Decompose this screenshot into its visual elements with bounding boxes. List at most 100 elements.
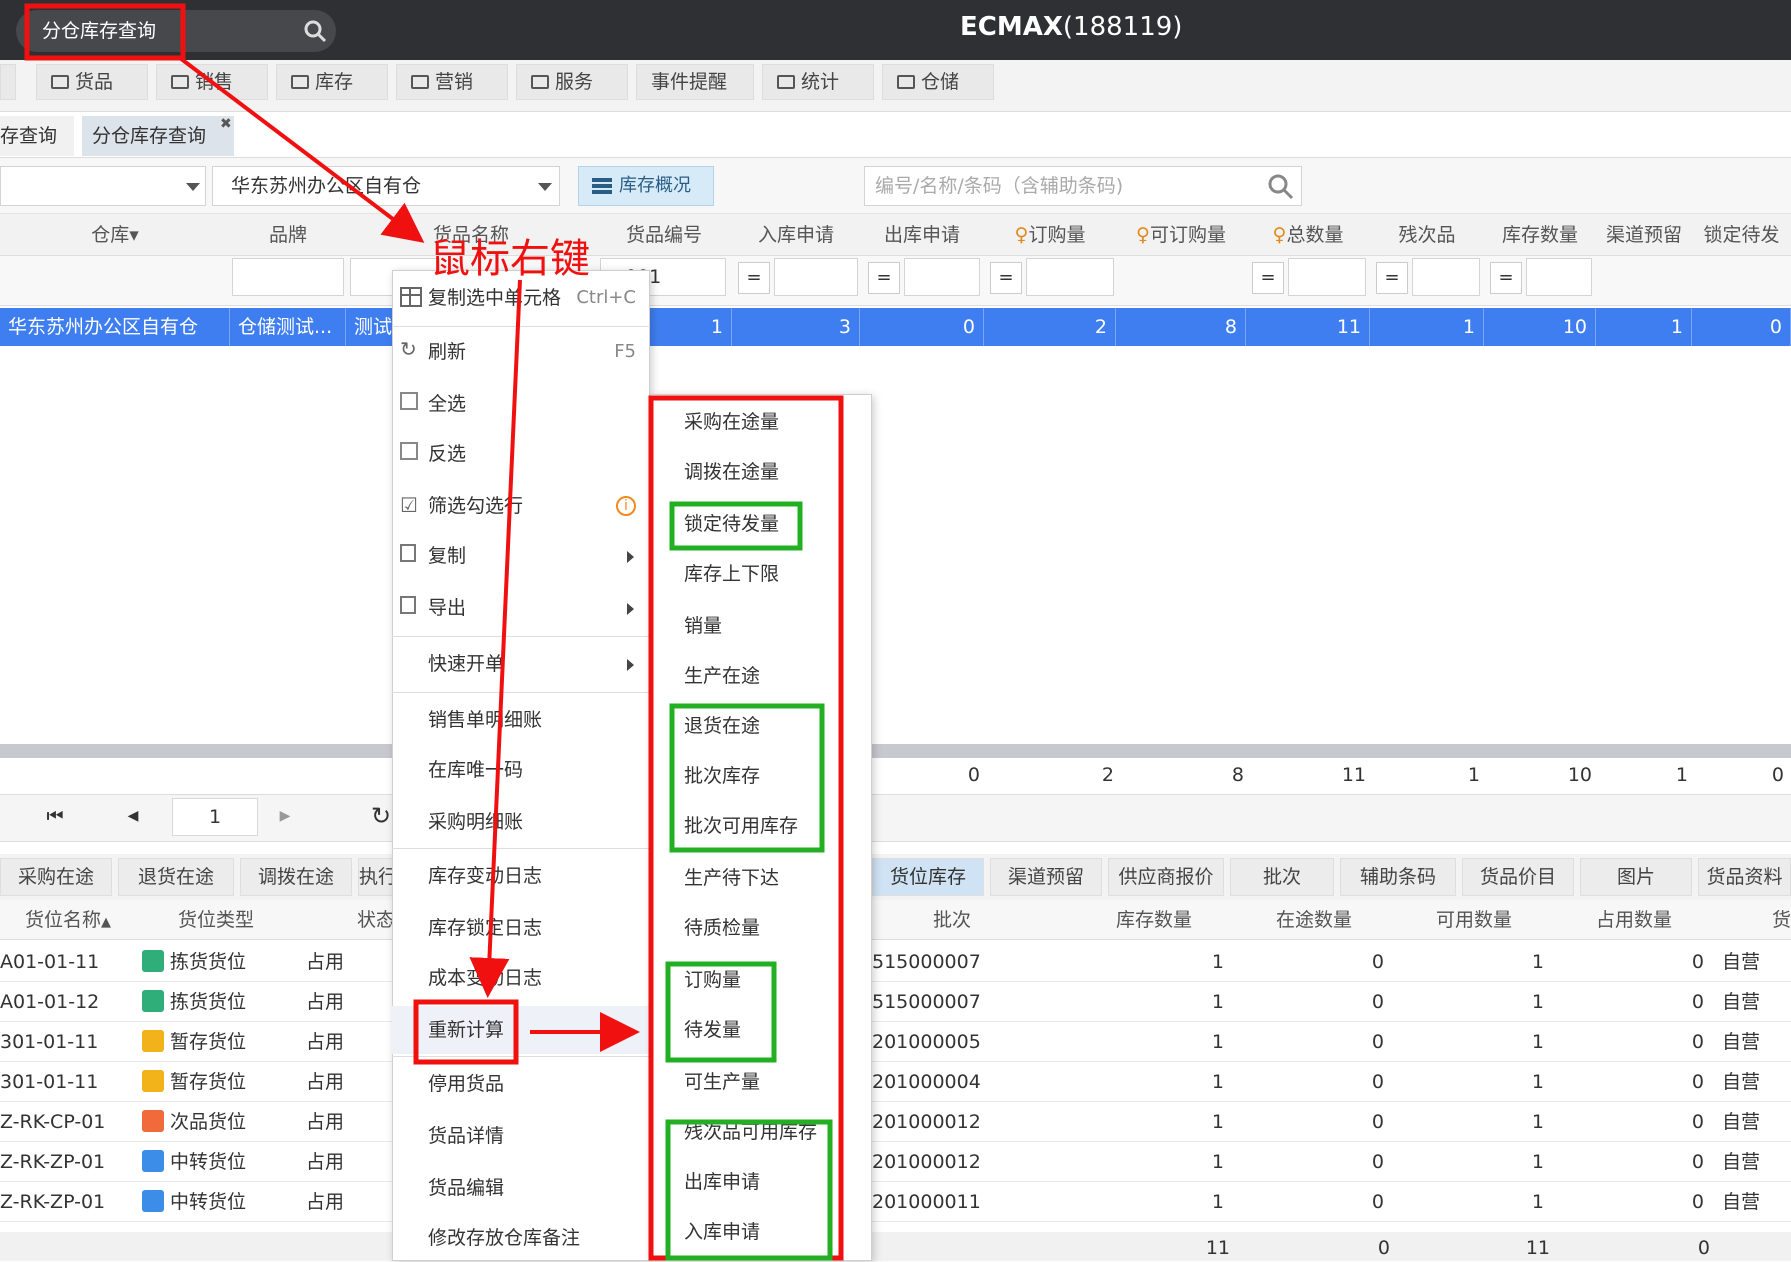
tab-close-icon[interactable]: ✖ [220,116,232,132]
cell-type[interactable]: 拣货货位 [142,982,292,1022]
page-number-input[interactable]: 1 [172,798,258,836]
cell-transit[interactable]: 0 [1234,1062,1384,1102]
menu-item-marketing[interactable]: 营销 [396,64,508,100]
eq-operator[interactable]: = [1252,262,1284,294]
tab-channel-reserve[interactable]: 渠道预留 [990,858,1102,896]
cell-occ[interactable]: 0 [1554,1142,1704,1182]
cell-own[interactable]: 自营 [1718,1062,1791,1102]
submenu-item[interactable]: 残次品可用库存 [684,1112,817,1152]
next-page-icon[interactable]: ▶ [270,798,300,836]
tab-supplier-quote[interactable]: 供应商报价 [1108,858,1224,896]
tab-location-stock[interactable]: 货位库存 [872,858,984,896]
cell-transit[interactable]: 0 [1234,982,1384,1022]
cell-inbound[interactable]: 3 [732,308,860,346]
cell-own[interactable]: 自营 [1718,1182,1791,1222]
menu-item-stats[interactable]: 统计 [762,64,874,100]
submenu-item[interactable]: 库存上下限 [684,554,779,594]
cell-loc[interactable]: Z-RK-ZP-01 [0,1182,136,1222]
cell-batch[interactable]: 515000007 [872,942,1062,982]
cell-loc[interactable]: Z-RK-CP-01 [0,1102,136,1142]
cell-total[interactable]: 11 [1246,308,1370,346]
cell-outbound[interactable]: 0 [860,308,984,346]
cell-qty[interactable]: 1 [1074,1142,1224,1182]
submenu-item[interactable]: 锁定待发量 [684,504,779,544]
cell-qty[interactable]: 1 [1074,1062,1224,1102]
eq-operator[interactable]: = [1490,262,1522,294]
cell-transit[interactable]: 0 [1234,1142,1384,1182]
info-icon[interactable]: i [616,496,636,516]
ctx-cost-log[interactable]: 成本变动日志 [392,954,650,1002]
filter-inbound-input[interactable] [774,258,858,296]
cell-qty[interactable]: 1 [1074,942,1224,982]
cell-type[interactable]: 暂存货位 [142,1022,292,1062]
cell-status[interactable]: 占用 [306,1182,386,1222]
menu-item-events[interactable]: 事件提醒 [636,64,754,100]
cell-occ[interactable]: 0 [1554,942,1704,982]
cell-own[interactable]: 自营 [1718,1142,1791,1182]
ctx-quick-order[interactable]: 快速开单 [392,640,650,688]
cell-qty[interactable]: 1 [1074,1102,1224,1142]
col-total-qty[interactable]: ♀总数量 [1246,214,1370,256]
menu-item-service[interactable]: 服务 [516,64,628,100]
submenu-item[interactable]: 生产在途 [684,656,760,696]
col-location-type[interactable]: 货位类型 [136,900,296,940]
submenu-item[interactable]: 批次可用库存 [684,806,798,846]
col-available-qty[interactable]: 可用数量 [1394,900,1554,940]
cell-loc[interactable]: A01-01-12 [0,982,136,1022]
menu-item-goods[interactable]: 货品 [36,64,148,100]
menu-item-warehouse[interactable]: 仓储 [882,64,994,100]
tab-warehouse-stock-query[interactable]: 分仓库存查询 [82,116,234,156]
cell-avail[interactable]: 1 [1394,1062,1544,1102]
tab-batch[interactable]: 批次 [1230,858,1334,896]
col-inbound-request[interactable]: 入库申请 [732,214,860,256]
filter-outbound-input[interactable] [904,258,980,296]
filter-brand-input[interactable] [232,258,344,296]
filter-defective-input[interactable] [1412,258,1480,296]
search-icon[interactable] [302,18,328,44]
submenu-item[interactable]: 待质检量 [684,908,760,948]
ctx-stock-log[interactable]: 库存变动日志 [392,852,650,900]
col-order-qty[interactable]: ♀订购量 [984,214,1116,256]
first-page-icon[interactable]: ⏮ [36,798,74,836]
ctx-unique-code[interactable]: 在库唯一码 [392,746,650,794]
cell-loc[interactable]: 301-01-11 [0,1062,136,1102]
filter-order-input[interactable] [1026,258,1114,296]
cell-warehouse[interactable]: 华东苏州办公区自有仓 [0,308,230,346]
ctx-goods-edit[interactable]: 货品编辑 [392,1164,650,1212]
submenu-item[interactable]: 待发量 [684,1010,741,1050]
cell-avail[interactable]: 1 [1394,1182,1544,1222]
col-orderable-qty[interactable]: ♀可订购量 [1116,214,1246,256]
cell-occ[interactable]: 0 [1554,1182,1704,1222]
col-transit-qty[interactable]: 在途数量 [1234,900,1394,940]
col-outbound-request[interactable]: 出库申请 [860,214,984,256]
col-stock-qty[interactable]: 库存数量 [1484,214,1596,256]
cell-status[interactable]: 占用 [306,1142,386,1182]
eq-operator[interactable]: = [990,262,1022,294]
tab-stock-query[interactable]: 存查询 [0,116,74,156]
ctx-export[interactable]: 导出 [392,584,650,632]
cell-status[interactable]: 占用 [306,1102,386,1142]
col-brand[interactable]: 品牌 [230,214,346,256]
cell-batch[interactable]: 201000005 [872,1022,1062,1062]
menu-item-partial[interactable] [0,64,16,100]
cell-type[interactable]: 拣货货位 [142,942,292,982]
cell-avail[interactable]: 1 [1394,942,1544,982]
cell-status[interactable]: 占用 [306,982,386,1022]
submenu-item[interactable]: 生产待下达 [684,858,779,898]
cell-locked[interactable]: 0 [1692,308,1791,346]
cell-batch[interactable]: 201000012 [872,1142,1062,1182]
cell-batch[interactable]: 515000007 [872,982,1062,1022]
prev-page-icon[interactable]: ◀ [118,798,148,836]
cell-loc[interactable]: 301-01-11 [0,1022,136,1062]
cell-own[interactable]: 自营 [1718,1022,1791,1062]
cell-transit[interactable]: 0 [1234,1102,1384,1142]
filter-stock-input[interactable] [1526,258,1592,296]
ctx-invert[interactable]: 反选 [392,430,650,478]
tab-purchase-transit[interactable]: 采购在途 [0,858,112,896]
keyword-search-input[interactable]: 编号/名称/条码（含辅助条码) [864,166,1302,206]
cell-loc[interactable]: Z-RK-ZP-01 [0,1142,136,1182]
tab-price-list[interactable]: 货品价目 [1462,858,1574,896]
ctx-filter-checked[interactable]: 筛选勾选行 i [392,482,650,530]
cell-qty[interactable]: 1 [1074,982,1224,1022]
eq-operator[interactable]: = [1376,262,1408,294]
